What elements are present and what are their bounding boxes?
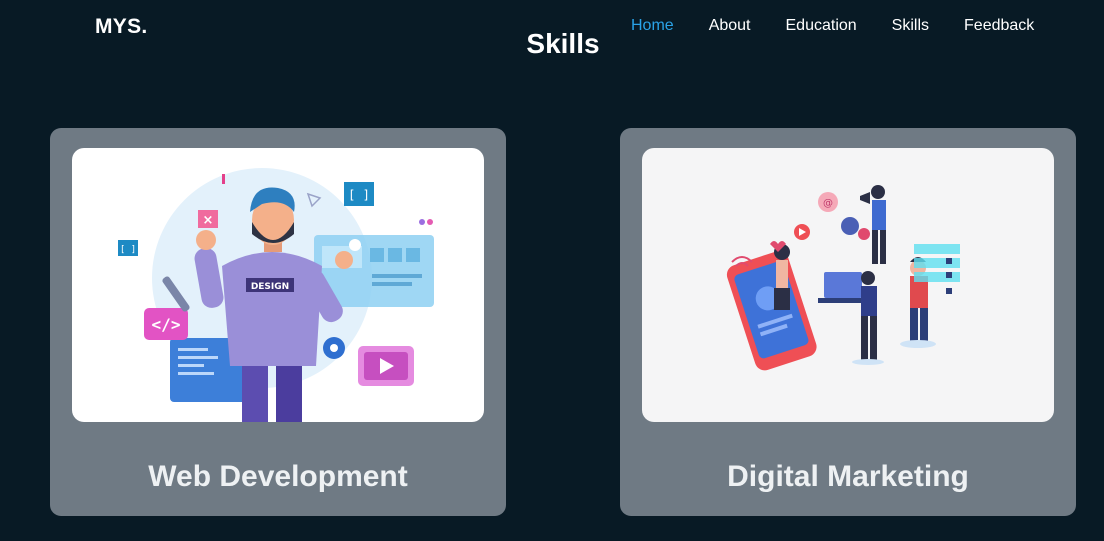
svg-text:@: @ bbox=[823, 198, 833, 209]
card-title: Web Development bbox=[148, 460, 408, 493]
svg-text:[ ]: [ ] bbox=[348, 188, 370, 202]
svg-text:[ ]: [ ] bbox=[120, 245, 136, 255]
skill-card-digital-marketing[interactable]: @ Digital Marketing bbox=[620, 128, 1076, 516]
skill-card-web-development[interactable]: </> [ ] [ ] × DESIGN Web Development bbox=[50, 128, 506, 516]
page-title: Skills bbox=[526, 28, 600, 59]
card-title: Digital Marketing bbox=[727, 460, 969, 493]
design-badge-text: DESIGN bbox=[251, 282, 289, 292]
digital-marketing-illustration: @ bbox=[642, 148, 1054, 422]
svg-text:</>: </> bbox=[152, 315, 181, 334]
web-development-illustration: </> [ ] [ ] × DESIGN bbox=[72, 148, 484, 422]
svg-text:×: × bbox=[203, 213, 214, 228]
